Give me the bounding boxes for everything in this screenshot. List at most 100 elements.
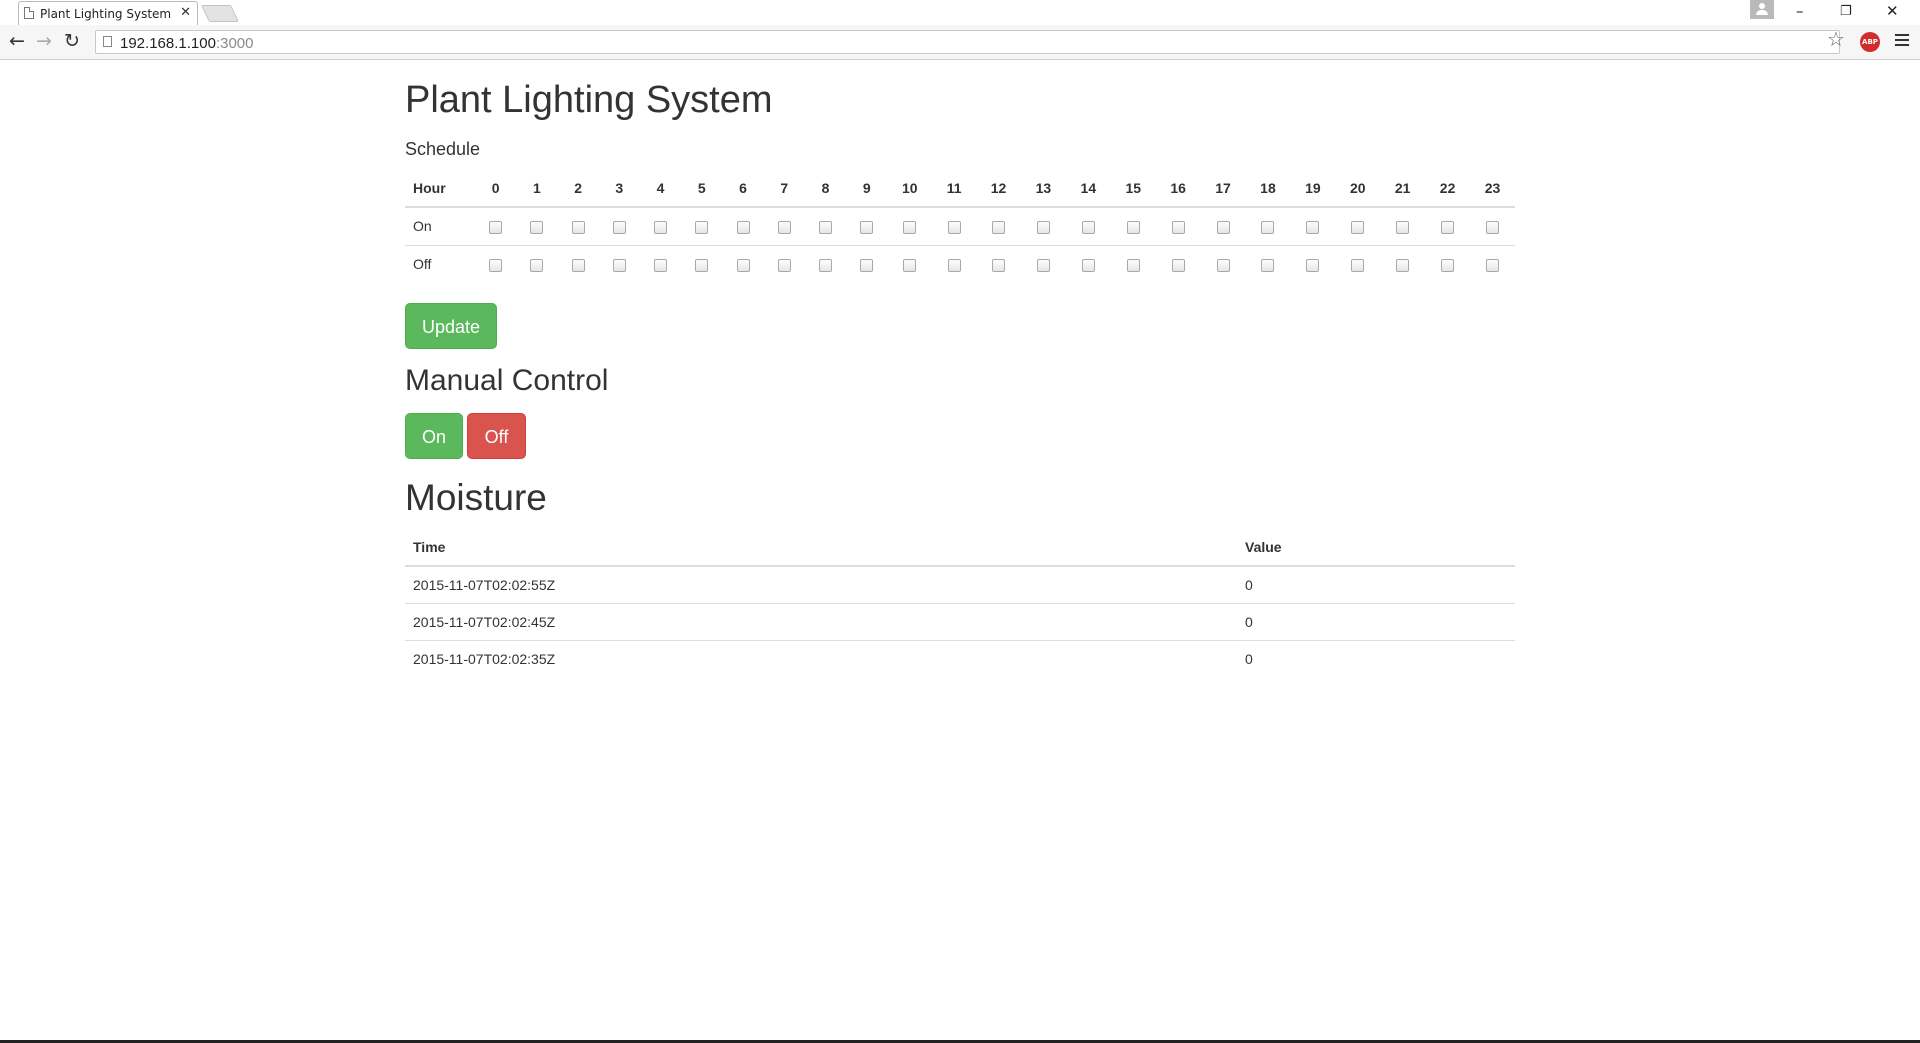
forward-arrow-icon[interactable]: → xyxy=(36,30,52,52)
schedule-cell xyxy=(1110,207,1156,246)
schedule-cell xyxy=(1335,245,1380,283)
checkbox-off-hour-16[interactable] xyxy=(1171,259,1185,273)
checkbox-off-hour-22[interactable] xyxy=(1441,259,1455,273)
address-bar[interactable]: 192.168.1.100:3000 xyxy=(95,30,1840,54)
reload-icon[interactable]: ↻ xyxy=(64,30,80,52)
checkbox-on-hour-0[interactable] xyxy=(489,221,503,235)
checkbox-off-hour-12[interactable] xyxy=(992,259,1006,273)
checkbox-off-hour-0[interactable] xyxy=(489,259,503,273)
minimize-icon[interactable]: – xyxy=(1796,2,1804,20)
checkbox-on-hour-18[interactable] xyxy=(1261,221,1275,235)
checkbox-off-hour-10[interactable] xyxy=(903,259,917,273)
browser-tab-strip: Plant Lighting System ✕ – ❐ ✕ xyxy=(0,0,1920,25)
schedule-cell xyxy=(516,207,558,246)
schedule-cell xyxy=(976,207,1021,246)
checkbox-off-hour-14[interactable] xyxy=(1081,259,1095,273)
schedule-cell xyxy=(557,207,599,246)
menu-icon[interactable] xyxy=(1895,34,1909,48)
checkbox-off-hour-15[interactable] xyxy=(1126,259,1140,273)
checkbox-off-hour-7[interactable] xyxy=(777,259,791,273)
table-row: 2015-11-07T02:02:55Z 0 xyxy=(405,566,1515,604)
schedule-body: On Off xyxy=(405,207,1515,283)
schedule-row-label: On xyxy=(405,207,475,246)
manual-control-heading: Manual Control xyxy=(405,364,609,397)
checkbox-on-hour-19[interactable] xyxy=(1306,221,1320,235)
checkbox-off-hour-1[interactable] xyxy=(530,259,544,273)
close-tab-icon[interactable]: ✕ xyxy=(180,5,191,20)
checkbox-on-hour-11[interactable] xyxy=(947,221,961,235)
checkbox-on-hour-9[interactable] xyxy=(860,221,874,235)
manual-on-button[interactable]: On xyxy=(405,413,463,459)
adblock-icon[interactable]: ABP xyxy=(1860,32,1880,52)
page-title: Plant Lighting System xyxy=(405,79,773,121)
value-cell: 0 xyxy=(1245,650,1253,667)
back-arrow-icon[interactable]: ← xyxy=(9,30,25,52)
checkbox-on-hour-6[interactable] xyxy=(736,221,750,235)
checkbox-off-hour-11[interactable] xyxy=(947,259,961,273)
checkbox-off-hour-4[interactable] xyxy=(654,259,668,273)
schedule-cell xyxy=(1201,245,1246,283)
checkbox-on-hour-3[interactable] xyxy=(612,221,626,235)
checkbox-off-hour-18[interactable] xyxy=(1261,259,1275,273)
time-cell: 2015-11-07T02:02:35Z xyxy=(413,650,556,667)
checkbox-on-hour-13[interactable] xyxy=(1036,221,1050,235)
checkbox-on-hour-5[interactable] xyxy=(695,221,709,235)
checkbox-on-hour-20[interactable] xyxy=(1351,221,1365,235)
checkbox-off-hour-20[interactable] xyxy=(1351,259,1365,273)
hour-header-21: 21 xyxy=(1380,169,1426,208)
time-cell: 2015-11-07T02:02:55Z xyxy=(405,566,1237,604)
checkbox-on-hour-8[interactable] xyxy=(818,221,832,235)
value-cell: 0 xyxy=(1237,603,1515,641)
checkbox-on-hour-4[interactable] xyxy=(654,221,668,235)
close-icon[interactable]: ✕ xyxy=(1886,2,1899,20)
schedule-cell xyxy=(1156,245,1201,283)
restore-icon[interactable]: ❐ xyxy=(1840,4,1852,19)
checkbox-off-hour-8[interactable] xyxy=(818,259,832,273)
checkbox-off-hour-6[interactable] xyxy=(736,259,750,273)
profile-icon[interactable] xyxy=(1750,0,1774,19)
schedule-cell xyxy=(804,207,847,246)
checkbox-on-hour-23[interactable] xyxy=(1486,221,1500,235)
checkbox-on-hour-16[interactable] xyxy=(1171,221,1185,235)
checkbox-off-hour-9[interactable] xyxy=(860,259,874,273)
schedule-cell xyxy=(598,207,640,246)
checkbox-off-hour-13[interactable] xyxy=(1036,259,1050,273)
schedule-cell xyxy=(1246,245,1291,283)
checkbox-off-hour-3[interactable] xyxy=(612,259,626,273)
checkbox-on-hour-21[interactable] xyxy=(1396,221,1410,235)
schedule-table: Hour 0 1 2 3 4 5 6 7 8 9 10 11 12 13 14 15 16 17 18 19 20 21 2… xyxy=(405,169,1515,283)
page-info-icon[interactable] xyxy=(103,36,112,47)
hour-header-4: 4 xyxy=(639,169,682,208)
time-column-header: Time xyxy=(405,528,1237,567)
checkbox-on-hour-1[interactable] xyxy=(530,221,544,235)
checkbox-on-hour-7[interactable] xyxy=(777,221,791,235)
schedule-cell xyxy=(681,207,723,246)
value-column-header: Value xyxy=(1237,528,1515,567)
schedule-cell xyxy=(1200,207,1246,246)
checkbox-on-hour-10[interactable] xyxy=(903,221,917,235)
hour-header-3: 3 xyxy=(598,169,640,208)
schedule-row-off: Off xyxy=(405,245,1515,283)
checkbox-off-hour-23[interactable] xyxy=(1486,259,1500,273)
schedule-cell xyxy=(1335,207,1381,246)
checkbox-on-hour-12[interactable] xyxy=(992,221,1006,235)
checkbox-off-hour-21[interactable] xyxy=(1396,259,1410,273)
checkbox-off-hour-2[interactable] xyxy=(571,259,585,273)
update-button[interactable]: Update xyxy=(405,303,497,349)
hour-header-14: 14 xyxy=(1065,169,1111,208)
checkbox-on-hour-14[interactable] xyxy=(1081,221,1095,235)
url-text[interactable]: 192.168.1.100:3000 xyxy=(120,35,253,52)
checkbox-on-hour-17[interactable] xyxy=(1216,221,1230,235)
star-icon[interactable]: ☆ xyxy=(1827,28,1845,50)
browser-tab[interactable]: Plant Lighting System ✕ xyxy=(18,1,198,25)
checkbox-on-hour-2[interactable] xyxy=(571,221,585,235)
checkbox-off-hour-17[interactable] xyxy=(1216,259,1230,273)
new-tab-button[interactable] xyxy=(201,5,239,22)
checkbox-on-hour-22[interactable] xyxy=(1441,221,1455,235)
hour-header-12: 12 xyxy=(976,169,1021,208)
manual-off-button[interactable]: Off xyxy=(467,413,526,459)
checkbox-on-hour-15[interactable] xyxy=(1126,221,1140,235)
checkbox-off-hour-19[interactable] xyxy=(1306,259,1320,273)
checkbox-off-hour-5[interactable] xyxy=(695,259,709,273)
moisture-header-row: Time Value xyxy=(405,528,1515,567)
